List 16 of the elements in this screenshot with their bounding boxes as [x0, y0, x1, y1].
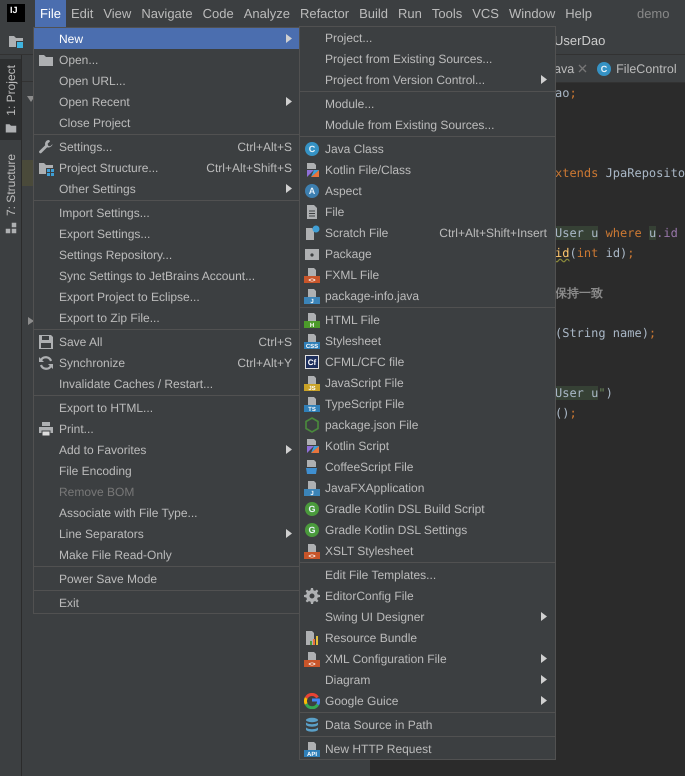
app-logo-icon: IJ [7, 4, 25, 22]
code-line: ao; [555, 85, 577, 102]
code-line: xtends JpaReposito [555, 165, 685, 182]
letter-circle-icon: G [304, 522, 320, 538]
letter-circle-icon: G [304, 500, 320, 516]
code-line: 保持一致 [555, 285, 603, 302]
letter-circle-icon: C [304, 140, 320, 156]
letter-circle-icon: C [596, 60, 612, 76]
letter-circle-icon: A [304, 182, 320, 198]
code-line: User u") [555, 385, 613, 402]
letter-square-icon: Cf [304, 354, 320, 370]
project-title: demo [636, 5, 670, 23]
code-line: User u where u.id [555, 225, 678, 242]
code-line: id(int id); [555, 245, 635, 262]
code-line: (); [555, 405, 577, 422]
code-line: (String name); [555, 325, 656, 342]
